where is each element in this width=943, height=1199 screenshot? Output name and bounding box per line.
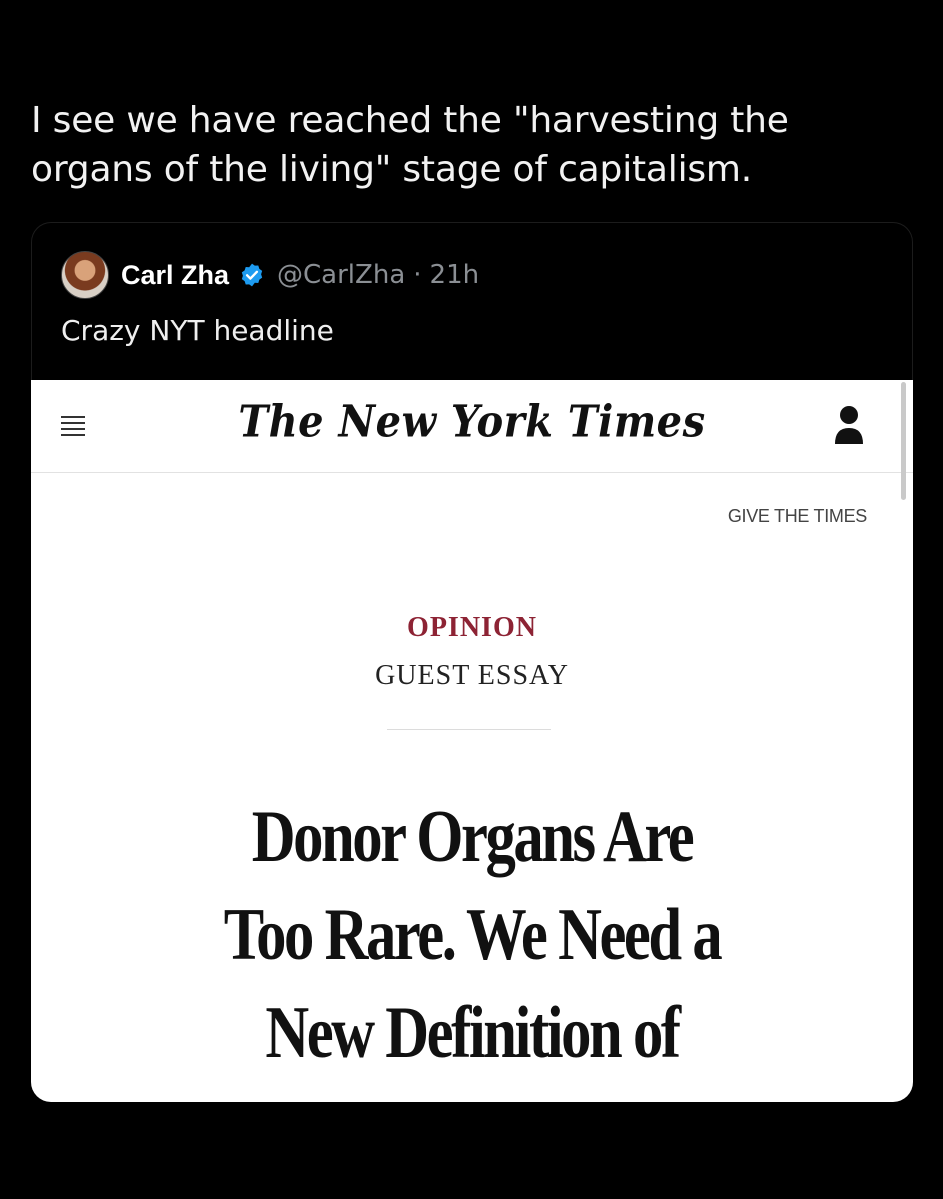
quoted-tweet-text: Crazy NYT headline <box>61 314 334 347</box>
quoted-tweet-card[interactable]: Carl Zha @CarlZha · 21h Crazy NYT headli… <box>31 222 913 1102</box>
article-headline: Donor Organs Are Too Rare. We Need a New… <box>223 796 723 1102</box>
separator-dot: · <box>413 260 422 290</box>
divider <box>387 729 551 730</box>
tweet-text: I see we have reached the "harvesting th… <box>31 100 789 190</box>
scrollbar-thumb[interactable] <box>901 382 906 500</box>
nyt-top-bar: The New York Times <box>31 380 913 500</box>
give-the-times-link[interactable]: GIVE THE TIMES <box>728 506 867 527</box>
verified-badge-icon <box>239 262 265 288</box>
quoted-tweet-header: Carl Zha @CarlZha · 21h <box>61 250 479 300</box>
article-screenshot[interactable]: The New York Times GIVE THE TIMES OPINIO… <box>31 380 913 1102</box>
avatar[interactable] <box>61 251 109 299</box>
kicker-guest-essay: GUEST ESSAY <box>375 660 569 691</box>
author-name[interactable]: Carl Zha <box>121 260 229 291</box>
account-icon[interactable] <box>831 400 867 448</box>
timestamp[interactable]: 21h <box>430 260 480 290</box>
kicker-opinion[interactable]: OPINION <box>31 612 913 644</box>
author-handle[interactable]: @CarlZha <box>277 260 405 290</box>
nyt-logo[interactable]: The New York Times <box>31 396 913 448</box>
